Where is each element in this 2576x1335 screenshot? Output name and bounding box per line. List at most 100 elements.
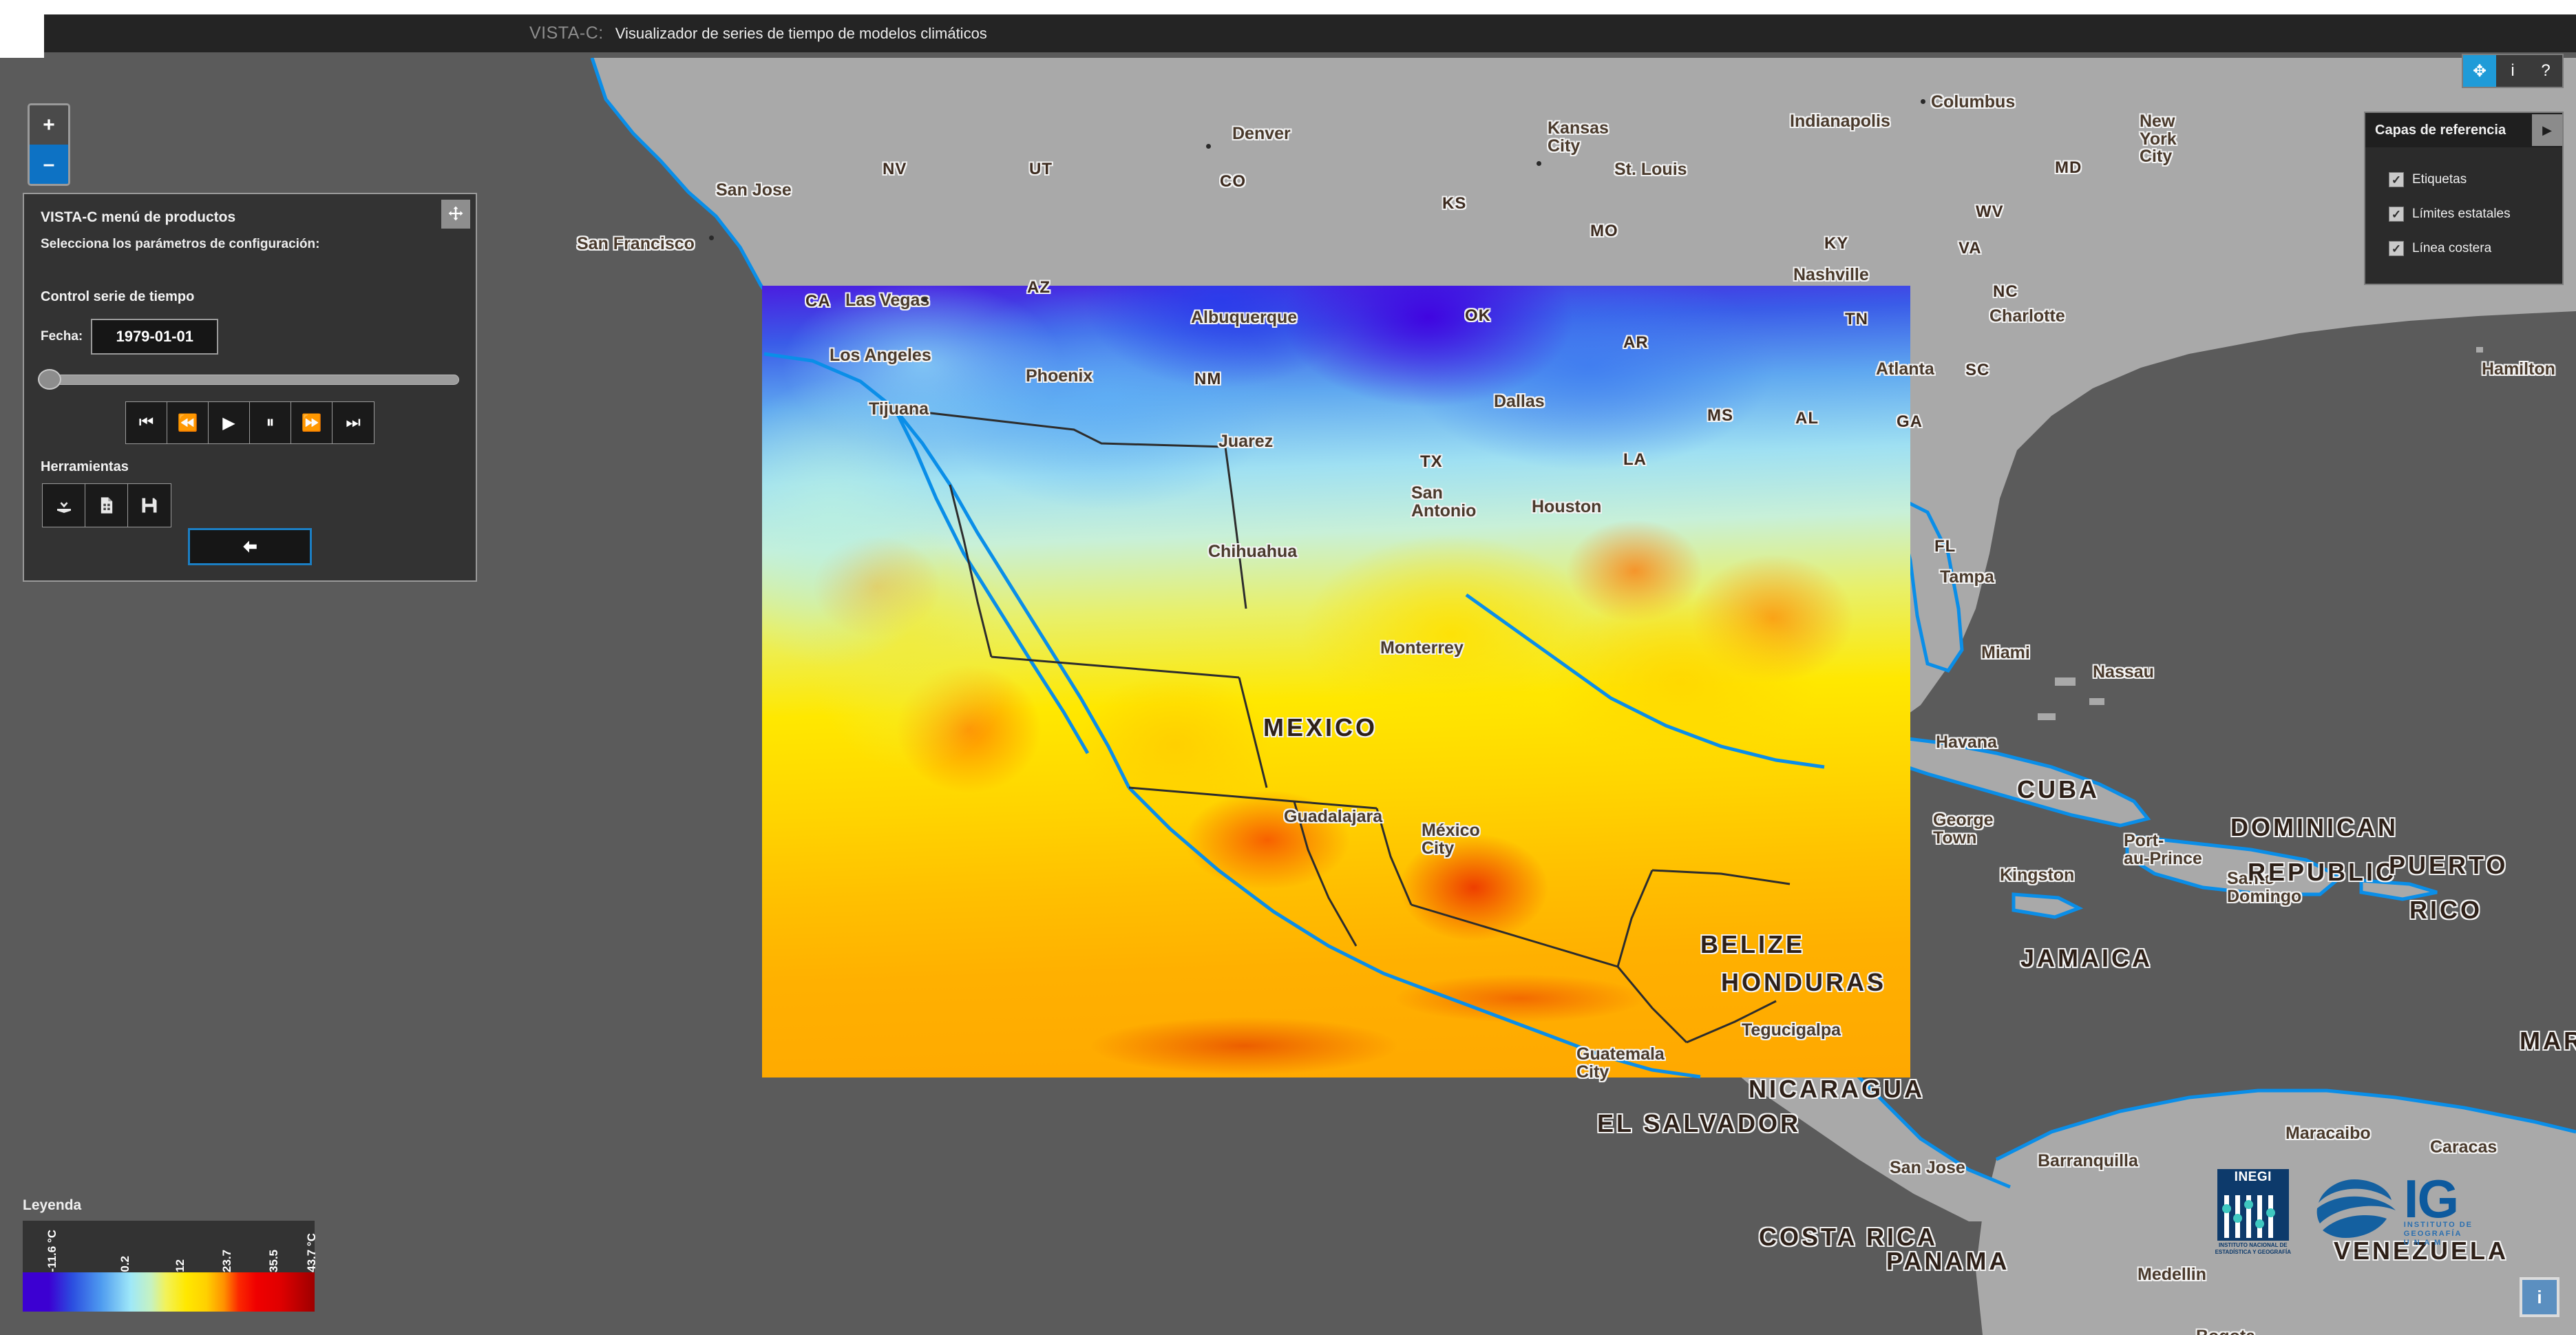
reference-layers-header: Capas de referencia ▶ [2365,113,2562,147]
download-icon[interactable] [43,484,85,527]
ig-caption: INSTITUTO DEGEOGRAFÍAU N A M [2404,1221,2473,1248]
legend: Leyenda -11.6 °C0.21223.735.543.7 °C [23,1197,315,1312]
panel-title: VISTA-C menú de productos [24,194,476,226]
play-icon[interactable]: ▶ [209,402,250,443]
map-country-label: NICARAGUA [1749,1077,1925,1102]
map-city-label: Nashville [1793,266,1869,284]
map-city-label: San Jose [1890,1159,1965,1177]
map-state-label: SC [1965,362,1989,379]
time-slider-track[interactable] [47,375,459,385]
map-city-label: New York City [2140,113,2177,166]
inegi-abacus-icon [2217,1186,2289,1241]
temperature-raster-layer [762,286,1910,1078]
map-state-label: VA [1959,240,1982,257]
map-city-label: Columbus [1931,94,2015,112]
map-state-label: KS [1442,196,1466,212]
map-city-label: Havana [1936,734,1997,752]
map-city-label: San Jose [716,182,792,200]
date-input[interactable] [91,319,218,355]
app-subtitle: Visualizador de series de tiempo de mode… [615,25,987,43]
checkbox-icon[interactable]: ✓ [2389,172,2404,187]
globe-icon [2310,1175,2398,1250]
info-button[interactable]: i [2520,1277,2559,1317]
products-menu-panel[interactable]: VISTA-C menú de productos Selecciona los… [23,193,477,582]
map-city-label: Maracaibo [2285,1125,2371,1143]
inegi-wordmark: INEGI [2217,1169,2289,1186]
map-city-label: Hamilton [2482,361,2555,379]
playback-controls[interactable]: ⏮⏪▶⏸⏩⏭ [125,401,374,444]
save-icon[interactable] [128,484,171,527]
checkbox-icon[interactable]: ✓ [2389,241,2404,256]
organization-logos: INEGI INSTITUTO NACIONAL DE ESTADÍSTICA … [2213,1169,2473,1256]
map-city-marker [1206,144,1211,149]
map-state-label: NC [1993,284,2018,300]
time-slider-thumb[interactable] [38,369,61,390]
map-state-label: FL [1934,538,1956,555]
reference-layers-panel[interactable]: Capas de referencia ▶ ✓Etiquetas✓Límites… [2364,112,2564,285]
layer-row[interactable]: ✓Etiquetas [2365,162,2562,197]
layer-row[interactable]: ✓ Límites estatales [2365,197,2562,231]
checkbox-icon[interactable]: ✓ [2389,207,2404,222]
panel-subtitle: Selecciona los parámetros de configuraci… [24,226,476,252]
document-icon[interactable] [85,484,128,527]
ig-wordmark: IG [2404,1177,2473,1221]
top-header-bar: VISTA-C: Visualizador de series de tiemp… [44,14,2576,52]
legend-box: -11.6 °C0.21223.735.543.7 °C [23,1221,315,1312]
legend-color-bar [23,1272,315,1312]
map-state-label: MO [1590,223,1618,240]
move-icon[interactable] [441,200,470,229]
ig-caption-line: INSTITUTO DE [2404,1221,2473,1230]
map-city-label: Nassau [2093,664,2154,682]
step-backward-icon[interactable]: ⏪ [167,402,209,443]
info-tool-icon[interactable]: i [2496,55,2529,87]
map-country-label: CUBA [2017,777,2100,803]
map-zoom-controls[interactable]: + – [28,103,70,186]
tools-section-label: Herramientas [24,444,476,475]
inegi-logo: INEGI [2217,1169,2289,1241]
collapse-row [24,528,476,565]
ig-caption-line: GEOGRAFÍA [2404,1230,2473,1239]
ig-caption-line: U N A M [2404,1239,2473,1248]
legend-title: Leyenda [23,1197,315,1214]
map-city-label: Kansas City [1548,120,1609,155]
map-city-label: Caracas [2430,1139,2497,1157]
map-city-label: Charlotte [1989,308,2065,326]
map-city-label: Bogota [2196,1328,2255,1335]
zoom-out-button[interactable]: – [30,145,68,184]
skip-to-start-icon[interactable]: ⏮ [126,402,167,443]
pan-tool-icon[interactable]: ✥ [2463,55,2496,87]
layer-row[interactable]: ✓Línea costera [2365,231,2562,266]
playback-controls-row: ⏮⏪▶⏸⏩⏭ [24,401,476,444]
map-country-label: PANAMA [1886,1249,2009,1274]
map-state-label: NV [883,161,907,178]
reference-layers-list: ✓Etiquetas✓Límites estatales✓Línea coste… [2365,147,2562,284]
map-country-label: RICO [2409,898,2482,923]
layer-label: Límites estatales [2412,207,2511,222]
map-city-marker [1537,161,1541,166]
map-city-marker [922,297,927,302]
collapse-panel-button[interactable] [188,528,312,565]
map-tool-buttons[interactable]: ✥i? [2462,54,2564,88]
skip-to-end-icon[interactable]: ⏭ [332,402,374,443]
chevron-right-icon[interactable]: ▶ [2532,114,2562,146]
map-country-label: REPUBLIC [2248,860,2396,885]
map-country-label: JAMAICA [2020,946,2153,971]
legend-tick-labels: -11.6 °C0.21223.735.543.7 °C [23,1221,315,1272]
map-city-marker [709,235,714,240]
step-forward-icon[interactable]: ⏩ [291,402,332,443]
legend-tick: 12 [174,1259,186,1272]
zoom-in-button[interactable]: + [30,105,68,145]
map-country-label: COSTA RICA [1759,1225,1938,1250]
pause-icon[interactable]: ⏸ [250,402,291,443]
help-tool-icon[interactable]: ? [2529,55,2562,87]
tools-buttons[interactable] [42,483,171,527]
map-state-label: UT [1029,161,1053,178]
map-city-label: Santo Domingo [2227,870,2301,905]
time-slider[interactable] [31,367,466,390]
map-state-label: KY [1824,235,1848,252]
header-divider [44,52,2576,58]
map-country-label: MARTIN [2520,1029,2576,1054]
map-city-label: San Francisco [577,235,695,253]
map-city-label: Denver [1232,125,1291,143]
legend-tick: 23.7 [221,1250,233,1272]
